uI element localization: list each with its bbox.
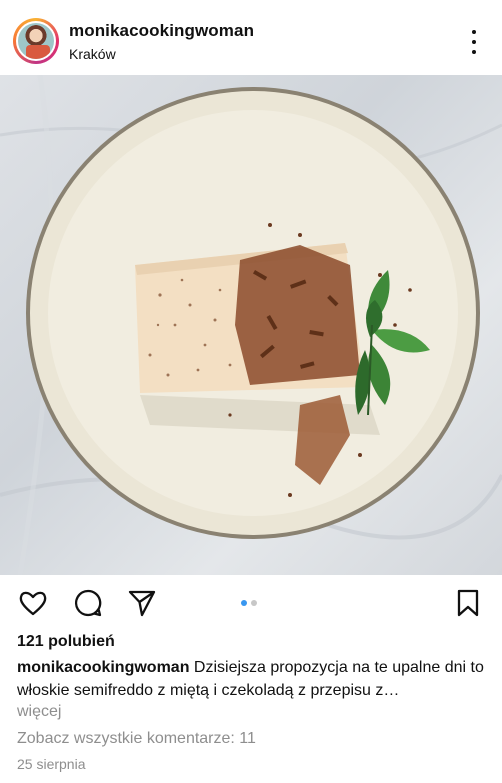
avatar-image bbox=[16, 21, 56, 61]
carousel-indicator bbox=[241, 600, 257, 606]
username[interactable]: monikacookingwoman bbox=[69, 21, 254, 41]
bookmark-icon[interactable] bbox=[453, 588, 483, 618]
caption-username[interactable]: monikacookingwoman bbox=[17, 659, 189, 676]
post-header: monikacookingwoman Kraków bbox=[0, 0, 502, 75]
post-date: 25 sierpnia bbox=[17, 756, 86, 772]
caption: monikacookingwoman Dzisiejsza propozycja… bbox=[17, 656, 487, 702]
more-vertical-icon[interactable] bbox=[462, 28, 486, 56]
likes-count[interactable]: 121 polubień bbox=[17, 633, 115, 651]
more-link[interactable]: więcej bbox=[17, 703, 61, 721]
send-icon[interactable] bbox=[127, 588, 157, 618]
location[interactable]: Kraków bbox=[69, 46, 116, 62]
avatar[interactable] bbox=[13, 18, 59, 64]
heart-icon[interactable] bbox=[18, 588, 48, 618]
comment-icon[interactable] bbox=[73, 588, 103, 618]
carousel-dot bbox=[251, 600, 257, 606]
post-image[interactable] bbox=[0, 75, 502, 575]
view-comments-link[interactable]: Zobacz wszystkie komentarze: 11 bbox=[17, 730, 256, 748]
carousel-dot-active bbox=[241, 600, 247, 606]
